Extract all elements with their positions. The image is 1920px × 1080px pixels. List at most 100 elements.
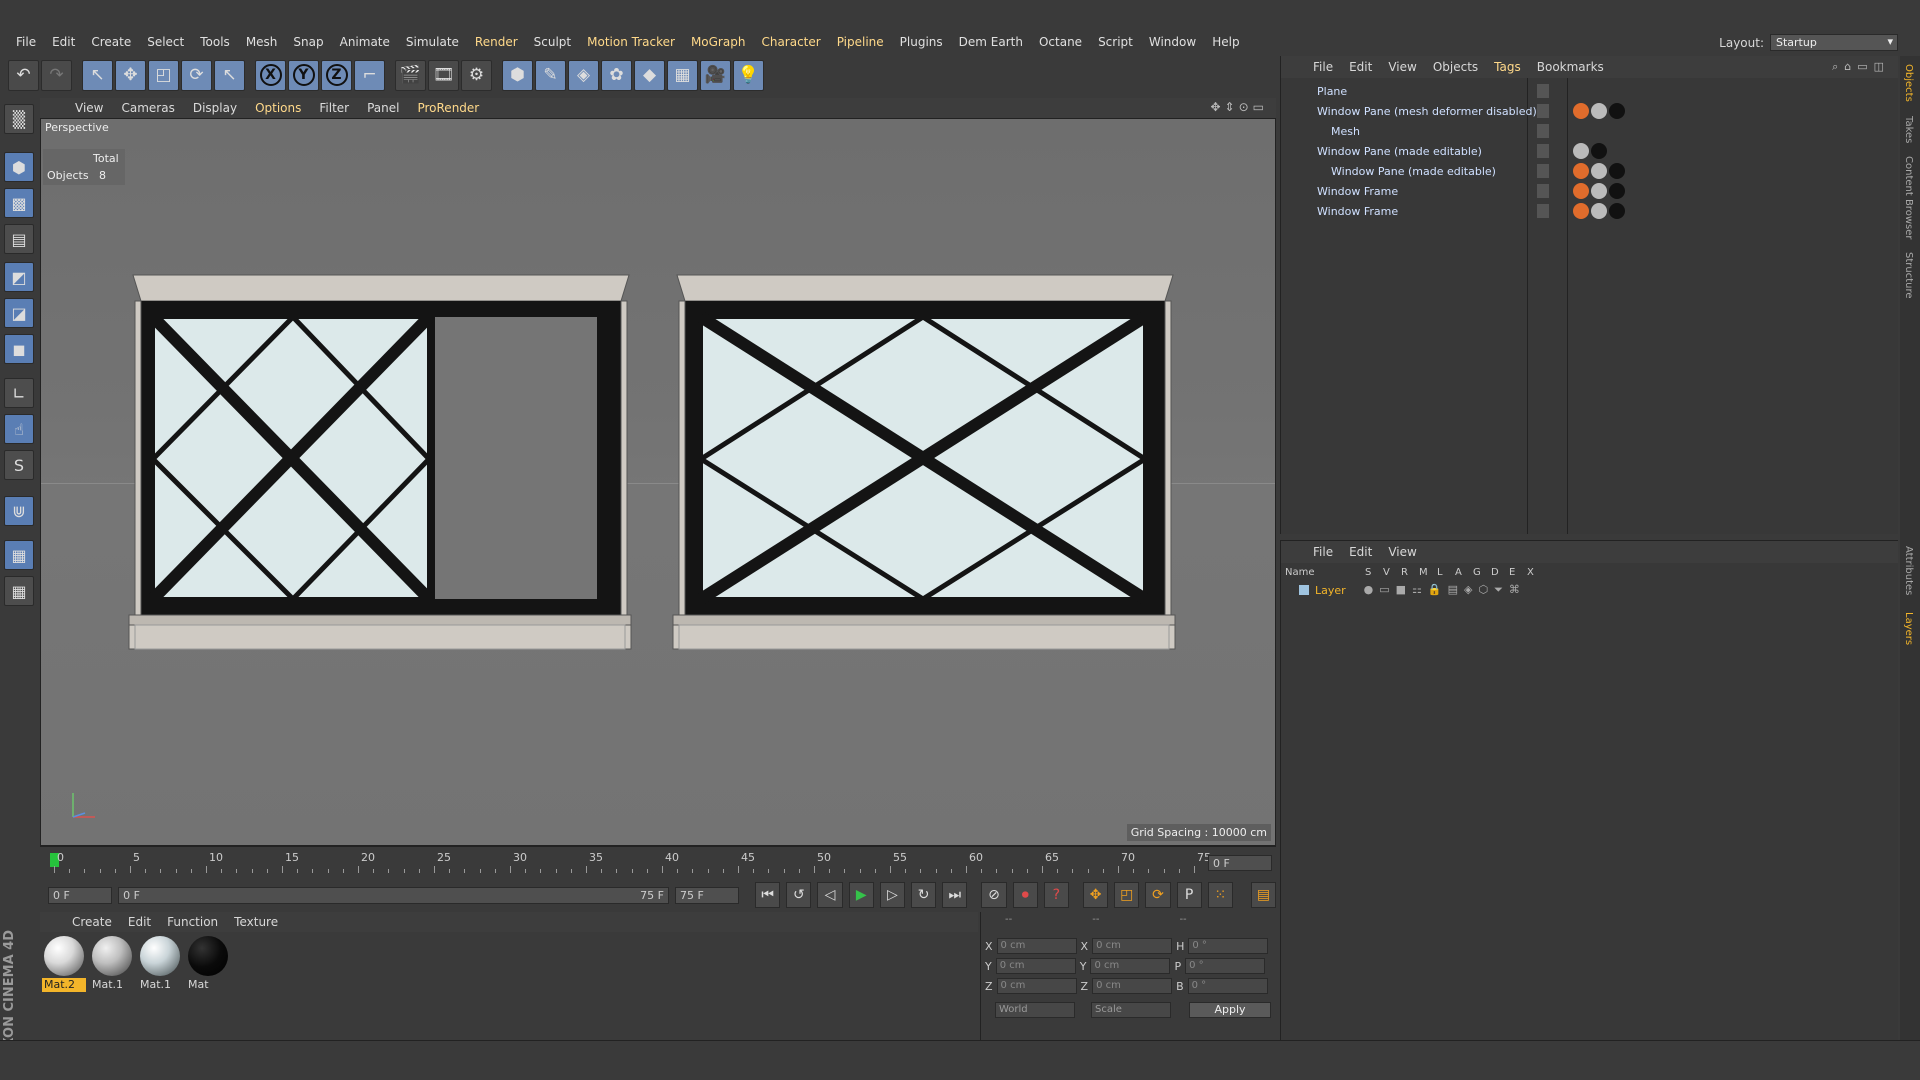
size-x-field[interactable]: 0 cm (1092, 938, 1173, 954)
material-swatch[interactable]: Mat (186, 934, 230, 992)
menu-sculpt[interactable]: Sculpt (526, 35, 579, 49)
object-row[interactable]: Mesh (1281, 122, 1899, 142)
menu-octane[interactable]: Octane (1031, 35, 1090, 49)
menu-animate[interactable]: Animate (332, 35, 398, 49)
object-row[interactable]: Window Frame (1281, 182, 1899, 202)
live-selection-icon[interactable]: ↖ (82, 59, 113, 91)
position-z-field[interactable]: 0 cm (996, 978, 1077, 994)
visibility-toggle[interactable] (1537, 124, 1549, 138)
cloner-icon[interactable]: ✿ (601, 59, 632, 91)
apply-button[interactable]: Apply (1189, 1002, 1271, 1018)
tab-layers[interactable]: Layers (1903, 612, 1914, 645)
menu-tools[interactable]: Tools (192, 35, 238, 49)
layer-menu-edit[interactable]: Edit (1341, 545, 1380, 559)
position-x-field[interactable]: 0 cm (996, 938, 1077, 954)
visibility-toggle[interactable] (1537, 144, 1549, 158)
mat-menu-create[interactable]: Create (64, 915, 120, 929)
material-tag-icon[interactable] (1609, 163, 1625, 179)
frame-range-slider[interactable]: 0 F 75 F (118, 886, 669, 904)
subdivision-surface-icon[interactable]: ◈ (568, 59, 599, 91)
obj-menu-tags[interactable]: Tags (1486, 60, 1529, 74)
undo-icon[interactable]: ↶ (8, 59, 39, 91)
autokey-icon[interactable]: ⏺ (1012, 882, 1038, 908)
object-row[interactable]: Plane (1281, 82, 1899, 102)
snap-icon[interactable]: S (4, 450, 34, 480)
scale-tool-icon[interactable]: ◰ (148, 59, 179, 91)
tab-attributes[interactable]: Attributes (1903, 546, 1914, 595)
menu-edit[interactable]: Edit (44, 35, 83, 49)
material-tag-icon[interactable] (1609, 183, 1625, 199)
size-y-field[interactable]: 0 cm (1090, 958, 1171, 974)
edges-mode-icon[interactable]: ◪ (4, 298, 34, 328)
cube-primitive-icon[interactable]: ⬢ (502, 59, 533, 91)
key-position-icon[interactable]: ✥ (1082, 882, 1109, 908)
next-key-icon[interactable]: ↻ (911, 882, 937, 908)
menu-character[interactable]: Character (753, 35, 828, 49)
axis-mode-icon[interactable]: ∟ (4, 378, 34, 408)
menu-pipeline[interactable]: Pipeline (829, 35, 892, 49)
material-tag-icon[interactable] (1591, 103, 1607, 119)
next-frame-icon[interactable]: ▷ (879, 882, 906, 908)
layer-menu-file[interactable]: File (1305, 545, 1341, 559)
keyframe-selection-icon[interactable]: ? (1043, 882, 1069, 908)
visibility-toggle[interactable] (1537, 204, 1549, 218)
material-tag-icon[interactable] (1591, 183, 1607, 199)
coordinate-space-dropdown[interactable]: World (995, 1002, 1075, 1018)
planar-workplane-icon[interactable]: ▦ (4, 576, 34, 606)
rotation-p-field[interactable]: 0 ° (1185, 958, 1266, 974)
obj-menu-view[interactable]: View (1380, 60, 1424, 74)
menu-dem-earth[interactable]: Dem Earth (951, 35, 1031, 49)
material-tag-icon[interactable] (1609, 103, 1625, 119)
mat-menu-texture[interactable]: Texture (226, 915, 286, 929)
record-keys-icon[interactable]: ⊘ (981, 882, 1007, 908)
visibility-toggle[interactable] (1537, 184, 1549, 198)
material-tag-icon[interactable] (1591, 143, 1607, 159)
coordinate-system-icon[interactable]: ⌐ (354, 59, 385, 91)
tab-takes[interactable]: Takes (1903, 116, 1914, 143)
points-mode-icon[interactable]: ◩ (4, 262, 34, 292)
phong-tag-icon[interactable] (1573, 203, 1589, 219)
move-tool-icon[interactable]: ✥ (115, 59, 146, 91)
render-view-icon[interactable]: 🎬 (395, 59, 426, 91)
key-pla-icon[interactable]: ⁙ (1207, 882, 1233, 908)
floor-icon[interactable]: ▦ (667, 59, 698, 91)
x-axis-lock-icon[interactable]: X (255, 59, 286, 91)
locked-workplane-icon[interactable]: ▦ (4, 540, 34, 570)
vp-menu-display[interactable]: Display (184, 101, 246, 115)
material-tag-icon[interactable] (1609, 203, 1625, 219)
visibility-toggle[interactable] (1537, 104, 1549, 118)
key-rotation-icon[interactable]: ⟳ (1145, 882, 1171, 908)
previous-key-icon[interactable]: ↺ (786, 882, 812, 908)
position-y-field[interactable]: 0 cm (995, 958, 1076, 974)
menu-select[interactable]: Select (139, 35, 192, 49)
recent-tool-icon[interactable]: ↖ (214, 59, 245, 91)
polygons-mode-icon[interactable]: ◼ (4, 334, 34, 364)
material-swatch[interactable]: Mat.1 (90, 934, 134, 992)
light-icon[interactable]: 💡 (733, 59, 764, 91)
phong-tag-icon[interactable] (1573, 183, 1589, 199)
perspective-viewport[interactable]: Perspective Total Objects 8 Grid Spacing… (40, 118, 1276, 846)
menu-file[interactable]: File (8, 35, 44, 49)
menu-mograph[interactable]: MoGraph (683, 35, 754, 49)
end-frame-field[interactable]: 75 F (675, 886, 740, 904)
vp-menu-view[interactable]: View (66, 101, 112, 115)
material-tag-icon[interactable] (1591, 203, 1607, 219)
menu-window[interactable]: Window (1141, 35, 1204, 49)
layer-toggle-icons[interactable]: ●▭■⚏🔒▤◈⬡⏷⌘ (1364, 583, 1526, 597)
mat-menu-function[interactable]: Function (159, 915, 226, 929)
menu-plugins[interactable]: Plugins (892, 35, 951, 49)
texture-mode-icon[interactable]: ▩ (4, 188, 34, 218)
current-frame-field[interactable]: 0 F (1208, 855, 1272, 871)
vp-menu-panel[interactable]: Panel (358, 101, 408, 115)
object-manager-nav-icons[interactable]: ⌕⌂▭◫ (1832, 60, 1890, 74)
render-settings-icon[interactable]: ⚙ (461, 59, 492, 91)
vp-menu-options[interactable]: Options (246, 101, 310, 115)
object-row[interactable]: Window Pane (made editable) (1281, 142, 1899, 162)
workplane-icon[interactable]: ▤ (4, 224, 34, 254)
key-scale-icon[interactable]: ◰ (1114, 882, 1140, 908)
phong-tag-icon[interactable] (1573, 103, 1589, 119)
tab-structure[interactable]: Structure (1903, 252, 1914, 299)
rotation-b-field[interactable]: 0 ° (1187, 978, 1268, 994)
vp-menu-prorender[interactable]: ProRender (408, 101, 488, 115)
obj-menu-bookmarks[interactable]: Bookmarks (1529, 60, 1612, 74)
